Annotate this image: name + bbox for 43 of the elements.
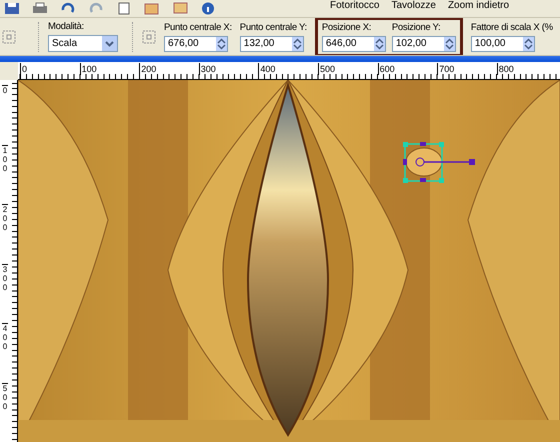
ruler-label: 300 [198,63,216,75]
field-label: Punto centrale Y: [240,22,307,32]
number-field[interactable]: 102,00 [392,36,456,52]
toolbar-label[interactable]: Fotoritocco [330,0,380,11]
toolbar-label[interactable]: Zoom indietro [448,0,510,11]
field-label: Punto centrale X: [164,22,232,32]
ruler-label: 400 [2,323,8,352]
ruler-label: 100 [80,63,97,75]
undo-icon[interactable] [60,2,76,15]
toolbar-label[interactable]: Tavolozze [391,0,436,11]
printer-icon[interactable] [32,2,48,15]
ruler-label: 0 [2,85,8,95]
mode-dropdown[interactable]: Scala [48,35,118,52]
ruler-label: 100 [2,144,8,173]
document-icon[interactable] [116,2,132,15]
spinner-icon[interactable] [522,36,534,50]
spinner-icon[interactable] [374,36,385,50]
mode-label: Modalità: [48,21,85,32]
ruler-label: 800 [496,63,514,75]
deform-handle-drawing[interactable] [403,142,475,183]
spinner-icon[interactable] [216,36,227,50]
spinner-icon[interactable] [292,36,303,50]
ruler-label: 200 [139,63,156,75]
number-field[interactable]: 676,00 [164,36,228,52]
image-icon[interactable] [172,2,188,15]
field-label: Posizione Y: [392,22,442,32]
ruler-label: 400 [258,63,276,75]
number-field[interactable]: 132,00 [240,36,304,52]
field-label: Posizione X: [322,22,372,32]
ruler-label: 0 [20,63,28,75]
number-field[interactable]: 646,00 [322,36,386,52]
save-icon[interactable] [4,2,20,15]
ruler-label: 300 [2,264,8,292]
field-label: Fattore di scala X (% [470,22,553,32]
ruler-label: 700 [437,63,454,75]
spinner-icon[interactable] [444,36,455,50]
image-icon[interactable] [144,2,160,15]
ruler-label: 500 [318,63,336,75]
ruler-label: 500 [2,383,8,411]
info-icon[interactable] [200,2,216,15]
number-field[interactable]: 100,00 [470,36,535,52]
ruler-label: 600 [378,63,395,75]
ruler-label: 200 [2,204,8,232]
